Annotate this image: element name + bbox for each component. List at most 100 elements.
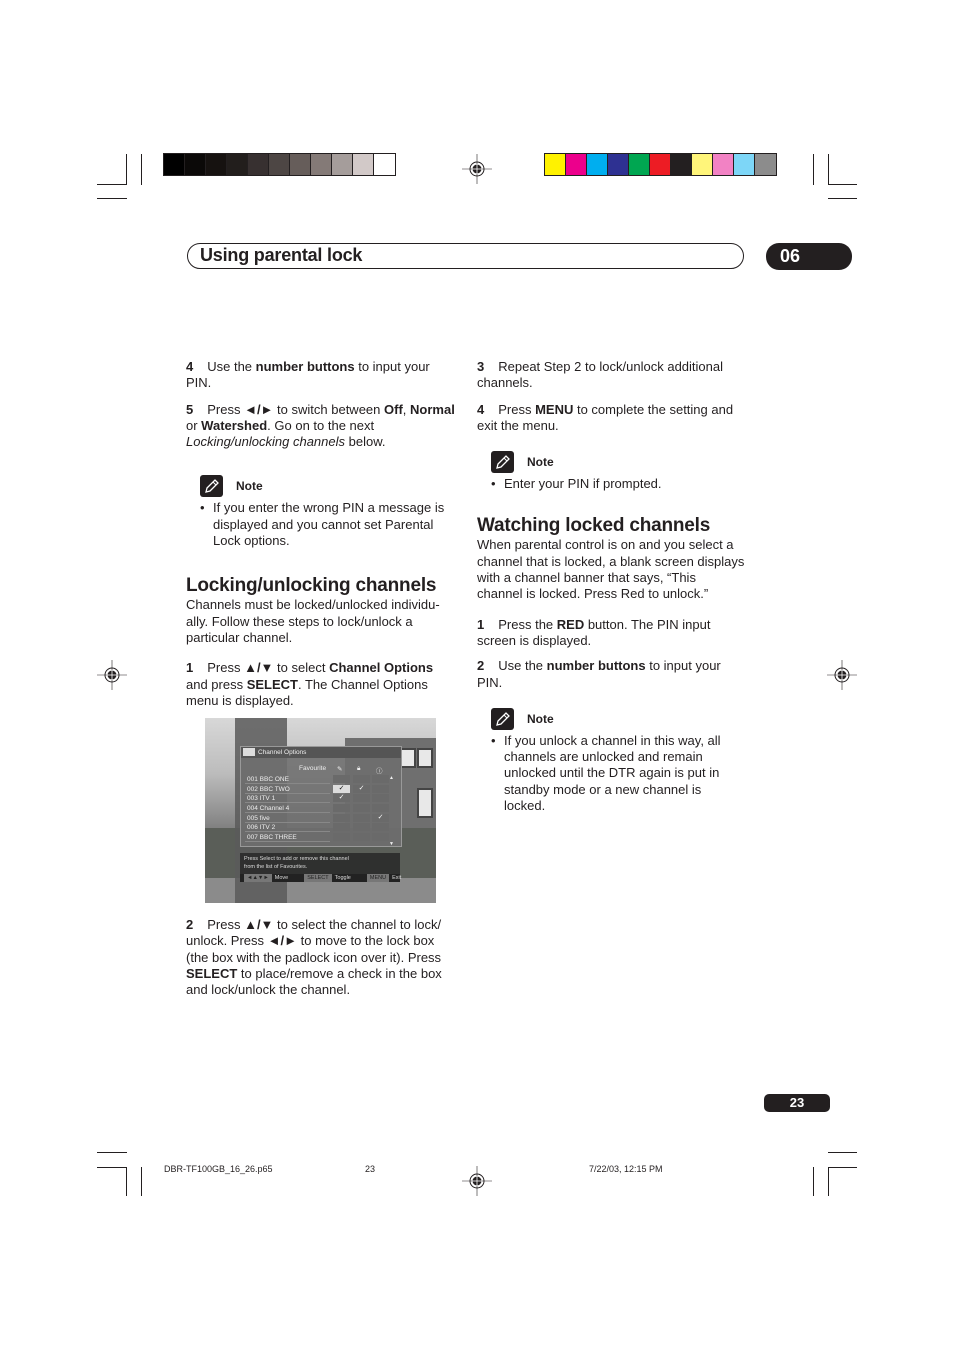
- channel-name: 004 Channel 4: [245, 804, 330, 814]
- gray-swatch: [290, 154, 311, 175]
- gray-swatch: [248, 154, 269, 175]
- padlock-icon: 🔒︎: [357, 765, 361, 772]
- pencil-icon: ✎: [337, 766, 343, 773]
- osd-key-legend: ◄▲▼► Move SELECT Toggle MENU Exit: [240, 874, 401, 882]
- crop-mark: [828, 154, 829, 185]
- info-checkbox: ✓: [372, 813, 389, 822]
- color-swatch: [650, 154, 671, 175]
- section-heading: Watching locked channels: [477, 515, 711, 537]
- note-bullet: • Enter your PIN if prompted.: [491, 476, 662, 492]
- edit-checkbox: [333, 813, 350, 822]
- gray-swatch: [185, 154, 206, 175]
- color-swatch: [566, 154, 587, 175]
- slug-page: 23: [365, 1164, 376, 1174]
- channel-name: 007 BBC THREE: [245, 833, 330, 843]
- pencil-note-icon: [491, 707, 514, 730]
- gray-swatch: [269, 154, 290, 175]
- crop-mark: [97, 1152, 127, 1153]
- color-swatch: [545, 154, 566, 175]
- gray-swatch: [164, 154, 185, 175]
- step-2: 2 Press ▲/▼ to select the channel to lock…: [186, 917, 442, 998]
- channel-row: 004 Channel 4: [245, 804, 393, 814]
- info-checkbox: [372, 823, 389, 832]
- process-color-bar: [544, 153, 777, 176]
- channel-options-screenshot: Channel Options Favourite ✎ 🔒︎ ⓘ 001 BBC…: [205, 718, 436, 903]
- slug-filename: DBR-TF100GB_16_26.p65: [164, 1164, 273, 1174]
- grayscale-color-bar: [163, 153, 396, 176]
- crosshair-target-icon: [97, 660, 127, 690]
- channel-row: 005 five ✓: [245, 813, 393, 824]
- color-swatch: [587, 154, 608, 175]
- crop-mark: [141, 1167, 142, 1196]
- gray-swatch: [311, 154, 332, 175]
- left-column: 4 Use the number buttons to input your PI…: [186, 359, 456, 709]
- page-title: Using parental lock: [200, 245, 363, 265]
- crop-mark: [126, 1167, 127, 1196]
- channel-name: 002 BBC TWO: [245, 785, 330, 794]
- page-number: 23: [764, 1094, 830, 1112]
- step-4: 4 Press MENU to complete the setting and …: [477, 401, 734, 433]
- lock-checkbox: [353, 833, 370, 842]
- step-2: 2 Use the number buttons to input your PI…: [477, 658, 721, 690]
- color-swatch: [713, 154, 734, 175]
- edit-checkbox: [333, 833, 350, 842]
- crop-mark: [97, 198, 127, 199]
- gray-swatch: [332, 154, 353, 175]
- crop-mark: [828, 198, 857, 199]
- info-checkbox: [372, 784, 389, 793]
- scroll-down-icon: ▼: [389, 841, 394, 847]
- channel-name: 001 BBC ONE: [245, 775, 330, 784]
- slug-date: 7/22/03, 12:15 PM: [589, 1164, 663, 1174]
- note-box: Note • If you unlock a channel in this wa…: [477, 707, 745, 814]
- step-4: 4 Use the number buttons to input your PI…: [186, 359, 430, 391]
- step-3: 3 Repeat Step 2 to lock/unlock additional…: [477, 359, 723, 391]
- channel-row: 002 BBC TWO ✓ ✓: [245, 784, 393, 795]
- note-bullet: • If you enter the wrong PIN a message is…: [200, 500, 445, 549]
- select-key: SELECT: [304, 874, 332, 882]
- left-column-step-2: 2 Press ▲/▼ to select the channel to lock…: [186, 917, 456, 998]
- crop-mark: [828, 184, 857, 185]
- lock-checkbox: [353, 804, 370, 813]
- pencil-note-icon: [491, 451, 514, 474]
- channel-name: 005 five: [245, 814, 330, 823]
- lock-checkbox: [353, 823, 370, 832]
- note-label: Note: [527, 711, 554, 726]
- channel-row: 006 ITV 2: [245, 823, 393, 833]
- color-swatch: [734, 154, 755, 175]
- channel-row: 007 BBC THREE: [245, 833, 393, 843]
- crop-mark: [828, 1167, 829, 1196]
- right-column: 3 Repeat Step 2 to lock/unlock additional…: [477, 359, 745, 814]
- info-checkbox: [372, 794, 389, 803]
- note-box: Note • If you enter the wrong PIN a messa…: [186, 475, 456, 549]
- edit-checkbox: ✓: [333, 784, 350, 793]
- channel-row: 003 ITV 1 ✓: [245, 794, 393, 804]
- crosshair-target-icon: [462, 154, 492, 184]
- crop-mark: [813, 154, 814, 185]
- gray-swatch: [353, 154, 374, 175]
- gray-swatch: [227, 154, 248, 175]
- crop-mark: [828, 1167, 857, 1168]
- tv-menu-icon: [243, 748, 255, 756]
- edit-checkbox: ✓: [333, 794, 350, 803]
- note-label: Note: [236, 479, 263, 494]
- channel-name: 006 ITV 2: [245, 823, 330, 833]
- lock-checkbox: [353, 794, 370, 803]
- crop-mark: [813, 1167, 814, 1196]
- color-swatch: [755, 154, 776, 175]
- edit-checkbox: [333, 823, 350, 832]
- color-swatch: [629, 154, 650, 175]
- note-label: Note: [527, 455, 554, 470]
- crop-mark: [97, 1167, 127, 1168]
- crop-mark: [141, 154, 142, 185]
- lock-checkbox: [353, 813, 370, 822]
- gray-swatch: [206, 154, 227, 175]
- note-box: Note • Enter your PIN if prompted.: [477, 451, 745, 492]
- crop-mark: [126, 154, 127, 185]
- step-1: 1 Press the RED button. The PIN input scr…: [477, 616, 711, 648]
- gray-swatch: [374, 154, 395, 175]
- note-bullet: • If you unlock a channel in this way, al…: [491, 732, 721, 814]
- info-checkbox: [372, 804, 389, 813]
- color-swatch: [692, 154, 713, 175]
- crop-mark: [97, 184, 127, 185]
- lock-checkbox: ✓: [353, 784, 370, 793]
